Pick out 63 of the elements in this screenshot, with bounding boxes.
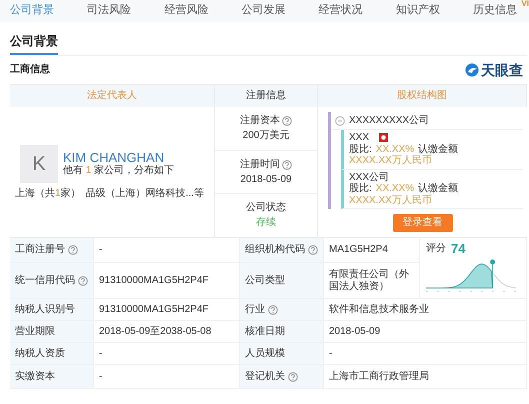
- field-value: -: [99, 370, 102, 382]
- holder-name: XXX: [349, 132, 370, 144]
- column-header: 注册信息: [215, 85, 318, 107]
- field-label: 纳税人资质: [15, 348, 65, 360]
- score-label: 评分: [426, 242, 446, 255]
- nav-tab[interactable]: 经营风险: [164, 4, 208, 18]
- field-label: 登记机关: [245, 370, 285, 382]
- field-label: 统一信用代码: [15, 274, 75, 286]
- brand-logo: 天眼查: [481, 62, 523, 78]
- field-label: 公司状态: [246, 202, 286, 214]
- field-label: 行业: [245, 304, 265, 316]
- share-label: 股比:: [349, 183, 372, 194]
- company-summary: 他有 1 家公司，分布如下: [63, 165, 174, 178]
- section-title[interactable]: 公司背景: [10, 30, 58, 56]
- amount-value: XXXX.XX万人民币: [349, 155, 432, 166]
- amount-label: 认缴金额: [418, 144, 458, 154]
- person-name[interactable]: KIM CHANGHAN: [63, 150, 174, 166]
- field-label: 注册时间: [240, 158, 280, 170]
- field-label: 营业期限: [15, 326, 55, 338]
- status-value: 存续: [256, 217, 276, 230]
- field-value: -: [329, 348, 332, 360]
- field-value: 91310000MA1G5H2P4F: [99, 304, 209, 316]
- nav-tab[interactable]: 经营状况: [318, 4, 363, 18]
- share-value: XX.XX%: [376, 183, 414, 194]
- field-label: 工商注册号: [15, 244, 65, 256]
- field-value: 2018-05-09: [240, 174, 292, 186]
- field-value: 2018-05-09: [329, 326, 380, 338]
- collapse-icon: [335, 116, 345, 126]
- company-name: XXXXXXXXX公司: [349, 114, 430, 126]
- field-label: 人员规模: [245, 348, 285, 360]
- eye-logo-icon: [465, 62, 479, 77]
- subsection-title: 工商信息: [10, 64, 50, 76]
- field-label: 公司类型: [245, 274, 285, 286]
- column-header: 法定代表人: [10, 85, 215, 107]
- column-header: 股权结构图: [318, 85, 527, 107]
- share-value: XX.XX%: [376, 144, 414, 155]
- field-value: 软件和信息技术服务业: [329, 304, 429, 316]
- field-label: 注册资本: [240, 114, 280, 127]
- field-label: 实缴资本: [15, 370, 55, 382]
- score-value: 74: [451, 241, 466, 257]
- nav-tab[interactable]: 知识产权: [396, 4, 440, 18]
- company-list: 品级（上海）网络科技...等: [86, 188, 204, 200]
- share-label: 股比:: [349, 144, 372, 155]
- amount-label: 认缴金额: [418, 183, 458, 194]
- field-value: 200万美元: [242, 130, 290, 142]
- field-value: 2018-05-09至2038-05-08: [99, 326, 212, 338]
- field-label: 纳税人识别号: [15, 304, 75, 316]
- region-text: 上海（共1家）: [15, 188, 81, 200]
- holder-name: XXX公司: [349, 172, 390, 182]
- field-value: 有限责任公司（外国法人独资）: [329, 268, 410, 292]
- field-value: 91310000MA1G5H2P4F: [99, 274, 209, 286]
- amount-value: XXXX.XX万人民币: [349, 194, 432, 206]
- field-label: 组织机构代码: [245, 244, 305, 256]
- nav-tab[interactable]: 历史信息: [472, 4, 517, 18]
- avatar: K: [20, 144, 58, 182]
- vip-label: VI: [521, 0, 529, 8]
- field-value: -: [99, 348, 102, 360]
- nav-tab[interactable]: 司法风险: [87, 4, 132, 18]
- field-value: -: [99, 244, 102, 256]
- nav-tab[interactable]: 公司发展: [241, 4, 286, 18]
- field-value: MA1G5H2P4: [329, 244, 388, 256]
- field-value: 上海市工商行政管理局: [329, 370, 429, 382]
- field-label: 核准日期: [245, 326, 285, 338]
